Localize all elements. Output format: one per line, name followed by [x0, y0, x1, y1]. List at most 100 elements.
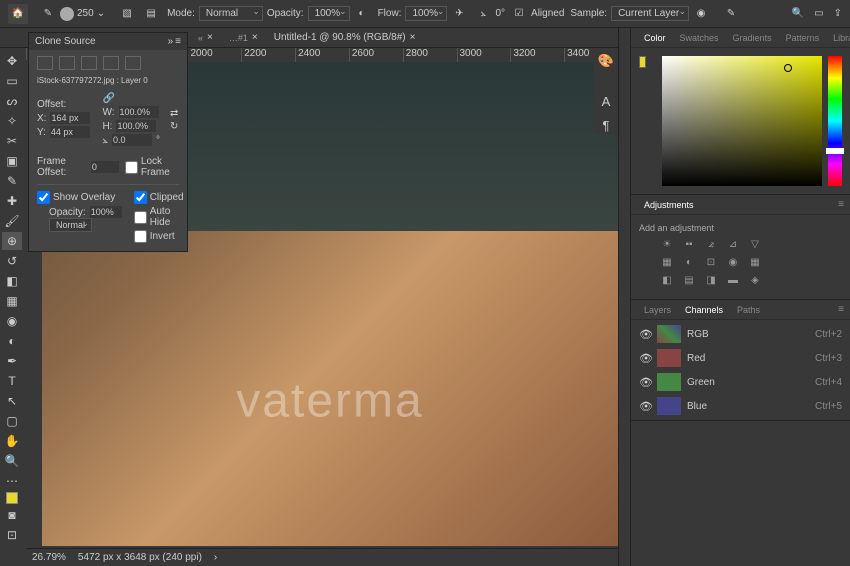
edit-toolbar[interactable]: ⋯: [2, 472, 22, 490]
channel-row[interactable]: 👁 Red Ctrl+3: [631, 346, 850, 370]
eraser-tool[interactable]: ◧: [2, 272, 22, 290]
tab-adjustments[interactable]: Adjustments: [637, 197, 701, 213]
channel-row[interactable]: 👁 Blue Ctrl+5: [631, 394, 850, 418]
tab-swatches[interactable]: Swatches: [673, 30, 726, 46]
flip-h-icon[interactable]: ⇄: [170, 108, 178, 119]
doc-dimensions[interactable]: 5472 px x 3648 px (240 ppi): [78, 552, 202, 563]
photo-filter-icon[interactable]: ⊡: [703, 255, 719, 269]
brush-panel-icon[interactable]: ▤: [143, 6, 159, 22]
lasso-tool[interactable]: ᔕ: [2, 92, 22, 110]
tab-channels[interactable]: Channels: [678, 302, 730, 318]
opacity-input[interactable]: 100%: [308, 6, 350, 21]
flow-input[interactable]: 100%: [405, 6, 447, 21]
document-tab[interactable]: Untitled-1 @ 90.8% (RGB/8#) ×: [266, 30, 424, 45]
gradient-tool[interactable]: ▦: [2, 292, 22, 310]
chevron-icon[interactable]: ›: [214, 552, 217, 563]
pressure-size-icon[interactable]: ✎: [723, 6, 739, 22]
document-tab-tiny2[interactable]: …#1 ×: [221, 30, 266, 45]
foreground-color-swatch[interactable]: [6, 492, 18, 504]
brush-settings-icon[interactable]: ▧: [119, 6, 135, 22]
channel-row[interactable]: 👁 Green Ctrl+4: [631, 370, 850, 394]
hue-icon[interactable]: ▦: [659, 255, 675, 269]
tool-preset-icon[interactable]: ✎: [40, 6, 56, 22]
show-overlay-checkbox[interactable]: [37, 191, 50, 204]
fg-bg-swatch[interactable]: [639, 56, 646, 68]
invert-checkbox[interactable]: [134, 230, 147, 243]
visibility-icon[interactable]: 👁: [639, 376, 651, 389]
sample-select[interactable]: Current Layer: [611, 6, 689, 21]
panel-menu-icon[interactable]: ≡: [838, 199, 844, 210]
collapse-icon[interactable]: »: [168, 36, 174, 47]
brightness-icon[interactable]: ☀: [659, 237, 675, 251]
chevron-down-icon[interactable]: ⌄: [97, 8, 105, 19]
blur-tool[interactable]: ◉: [2, 312, 22, 330]
screen-mode-icon[interactable]: ⊡: [2, 526, 22, 544]
clone-slot-1[interactable]: [37, 56, 53, 70]
overlay-opacity-input[interactable]: [90, 206, 122, 218]
frame-offset-input[interactable]: [91, 161, 119, 173]
threshold-icon[interactable]: ◨: [703, 273, 719, 287]
gradient-map-icon[interactable]: ▬: [725, 273, 741, 287]
channel-mixer-icon[interactable]: ◉: [725, 255, 741, 269]
char-panel-icon[interactable]: A: [597, 92, 615, 110]
clipped-checkbox[interactable]: [134, 191, 147, 204]
wand-tool[interactable]: ✧: [2, 112, 22, 130]
para-panel-icon[interactable]: ¶: [597, 116, 615, 134]
move-tool[interactable]: ✥: [2, 52, 22, 70]
bw-icon[interactable]: ◐: [681, 255, 697, 269]
invert-icon[interactable]: ◧: [659, 273, 675, 287]
panel-menu-icon[interactable]: ≡: [838, 304, 844, 315]
scale-h-input[interactable]: [116, 120, 156, 132]
overlay-mode-select[interactable]: Normal: [49, 218, 92, 232]
selective-color-icon[interactable]: ◈: [747, 273, 763, 287]
aligned-checkbox[interactable]: ☑: [511, 6, 527, 22]
clone-slot-4[interactable]: [103, 56, 119, 70]
angle-value[interactable]: 0°: [495, 8, 505, 19]
close-icon[interactable]: ×: [410, 32, 416, 43]
hand-tool[interactable]: ✋: [2, 432, 22, 450]
visibility-icon[interactable]: 👁: [639, 328, 651, 341]
clone-stamp-tool[interactable]: ⊕: [2, 232, 22, 250]
visibility-icon[interactable]: 👁: [639, 352, 651, 365]
close-icon[interactable]: ×: [252, 32, 258, 43]
posterize-icon[interactable]: ▤: [681, 273, 697, 287]
tab-color[interactable]: Color: [637, 30, 673, 46]
history-brush-tool[interactable]: ↺: [2, 252, 22, 270]
tab-paths[interactable]: Paths: [730, 302, 767, 318]
panel-divider[interactable]: [618, 28, 630, 566]
zoom-value[interactable]: 26.79%: [32, 552, 66, 563]
clone-source-slots[interactable]: [37, 56, 179, 70]
offset-x-input[interactable]: [50, 112, 90, 124]
exposure-icon[interactable]: ⊿: [725, 237, 741, 251]
tab-layers[interactable]: Layers: [637, 302, 678, 318]
reset-icon[interactable]: ↻: [170, 121, 178, 132]
tab-gradients[interactable]: Gradients: [726, 30, 779, 46]
shape-tool[interactable]: ▢: [2, 412, 22, 430]
quick-mask-icon[interactable]: ◙: [2, 506, 22, 524]
ignore-adj-icon[interactable]: ◉: [693, 6, 709, 22]
dodge-tool[interactable]: ◐: [2, 332, 22, 350]
tab-libraries[interactable]: Libraries: [826, 30, 850, 46]
heal-tool[interactable]: ✚: [2, 192, 22, 210]
angle-icon[interactable]: ⦛: [475, 6, 491, 22]
lock-frame-checkbox[interactable]: [125, 161, 138, 174]
zoom-tool[interactable]: 🔍: [2, 452, 22, 470]
color-strip-icon[interactable]: 🎨: [597, 52, 615, 70]
close-icon[interactable]: ×: [207, 32, 213, 43]
brush-tool[interactable]: 🖌: [2, 212, 22, 230]
share-icon[interactable]: ⇪: [834, 8, 842, 19]
channel-row[interactable]: 👁 RGB Ctrl+2: [631, 322, 850, 346]
auto-hide-checkbox[interactable]: [134, 211, 147, 224]
type-tool[interactable]: T: [2, 372, 22, 390]
color-lookup-icon[interactable]: ▦: [747, 255, 763, 269]
angle-input[interactable]: [112, 134, 152, 146]
tab-patterns[interactable]: Patterns: [779, 30, 827, 46]
path-tool[interactable]: ↖: [2, 392, 22, 410]
scale-w-input[interactable]: [119, 106, 159, 118]
offset-y-input[interactable]: [50, 126, 90, 138]
airbrush-icon[interactable]: ✈: [451, 6, 467, 22]
levels-icon[interactable]: ▪▪: [681, 237, 697, 251]
pen-tool[interactable]: ✒: [2, 352, 22, 370]
clone-slot-3[interactable]: [81, 56, 97, 70]
frame-tool[interactable]: ▣: [2, 152, 22, 170]
